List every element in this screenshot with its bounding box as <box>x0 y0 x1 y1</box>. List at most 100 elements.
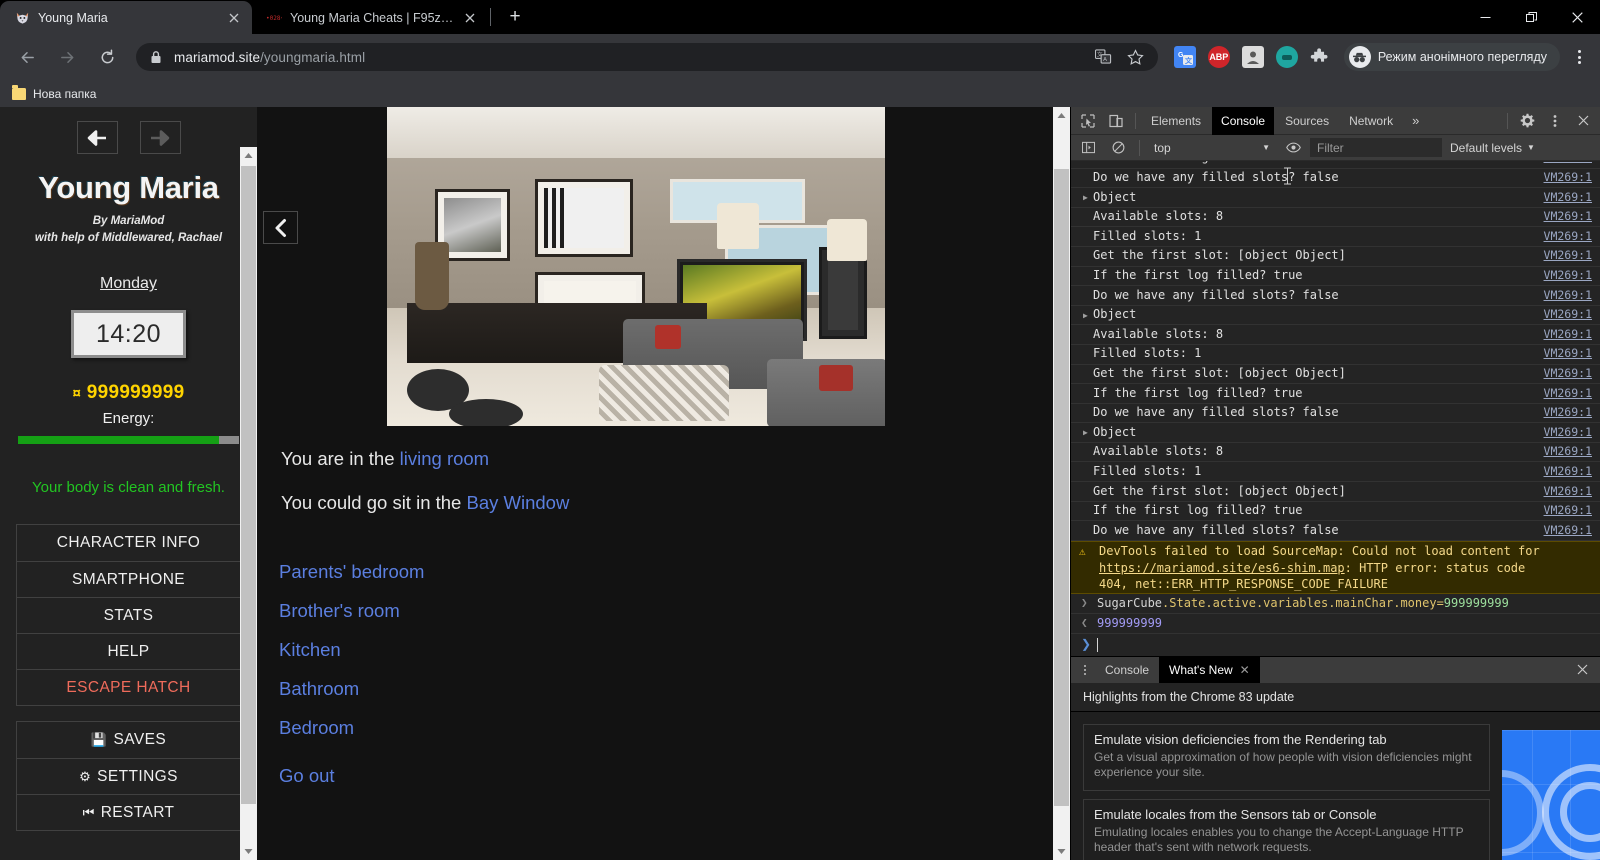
day-link[interactable]: Monday <box>100 275 157 292</box>
device-toolbar-icon[interactable] <box>1103 109 1129 133</box>
tab-console[interactable]: Console <box>1212 106 1275 135</box>
console-log-source[interactable]: VM269:1 <box>1544 405 1592 419</box>
console-log-source[interactable]: VM269:1 <box>1544 288 1592 302</box>
filter-input[interactable]: Filter <box>1310 138 1442 157</box>
sourcemap-link[interactable]: https://mariamod.site/es6-shim.map <box>1099 561 1345 575</box>
living-room-link[interactable]: living room <box>400 448 489 469</box>
console-log-source[interactable]: VM269:1 <box>1544 161 1592 164</box>
scroll-up-arrow-icon[interactable] <box>240 147 257 164</box>
scroll-up-arrow-icon[interactable] <box>1053 107 1070 124</box>
tab-sources[interactable]: Sources <box>1276 107 1338 135</box>
clear-console-icon[interactable] <box>1105 136 1131 160</box>
game-menu-item[interactable]: CHARACTER INFO <box>17 525 240 561</box>
sidebar-scrollbar[interactable] <box>240 147 257 860</box>
console-log-list[interactable]: Do we have any filled slots? false VM269:… <box>1071 161 1600 656</box>
bay-window-link[interactable]: Bay Window <box>466 492 569 513</box>
console-log-source[interactable]: VM269:1 <box>1544 248 1592 262</box>
history-back-button[interactable] <box>76 121 118 154</box>
drawer-close-icon[interactable] <box>1569 662 1596 678</box>
log-levels-select[interactable]: Default levels ▼ <box>1446 141 1539 155</box>
close-icon[interactable]: ✕ <box>1240 663 1250 677</box>
console-log-source[interactable]: VM269:1 <box>1544 170 1592 184</box>
gear-icon[interactable] <box>1514 109 1540 133</box>
three-dots-icon[interactable] <box>1542 109 1568 133</box>
adblock-plus-icon[interactable]: ABP <box>1207 46 1230 68</box>
reload-icon[interactable] <box>92 42 122 72</box>
whats-new-card[interactable]: Emulate vision deficiencies from the Ren… <box>1083 724 1490 791</box>
tab-young-maria[interactable]: Young Maria <box>0 1 252 34</box>
console-log-source[interactable]: VM269:1 <box>1544 523 1592 537</box>
game-menu-item[interactable]: 💾 SAVES <box>17 722 240 758</box>
google-translate-icon[interactable]: G 文 <box>1173 46 1196 68</box>
three-dots-menu-icon[interactable] <box>1566 44 1592 70</box>
console-result-row: 999999999 <box>1071 614 1600 634</box>
scroll-down-arrow-icon[interactable] <box>240 843 257 860</box>
whats-new-card[interactable]: Emulate locales from the Sensors tab or … <box>1083 798 1490 860</box>
live-expression-icon[interactable] <box>1280 136 1306 160</box>
console-log-text: If the first log filled? true <box>1093 161 1303 164</box>
console-sidebar-icon[interactable] <box>1075 136 1101 160</box>
scrollbar-thumb[interactable] <box>241 166 256 804</box>
console-log-source[interactable]: VM269:1 <box>1544 209 1592 223</box>
translate-icon[interactable]: 文 A <box>1094 47 1114 67</box>
scroll-down-arrow-icon[interactable] <box>1053 843 1070 860</box>
tab-young-maria-cheats[interactable]: •028• Young Maria Cheats | F95zone <box>252 1 488 34</box>
console-log-source[interactable]: VM269:1 <box>1544 190 1592 204</box>
drawer-tab-console[interactable]: Console <box>1095 657 1159 683</box>
story-scrollbar[interactable] <box>1053 107 1070 860</box>
close-icon[interactable] <box>1554 0 1600 34</box>
console-log-source[interactable]: VM269:1 <box>1544 327 1592 341</box>
exit-link[interactable]: Brother's room <box>279 600 1070 622</box>
back-arrow-icon[interactable] <box>12 42 42 72</box>
console-log-source[interactable]: VM269:1 <box>1544 268 1592 282</box>
game-menu-item[interactable]: SMARTPHONE <box>17 561 240 597</box>
game-menu-item[interactable]: ⏮ RESTART <box>17 794 240 830</box>
new-tab-button[interactable]: + <box>501 3 529 31</box>
console-log-source[interactable]: VM269:1 <box>1544 346 1592 360</box>
maximize-icon[interactable] <box>1508 0 1554 34</box>
close-icon[interactable] <box>462 10 478 26</box>
exit-link[interactable]: Bedroom <box>279 717 1070 739</box>
bookmark-item-label[interactable]: Нова папка <box>33 87 96 101</box>
game-menu-item[interactable]: STATS <box>17 597 240 633</box>
console-log-source[interactable]: VM269:1 <box>1544 307 1592 321</box>
close-icon[interactable] <box>1570 109 1596 133</box>
console-input[interactable] <box>1071 634 1600 656</box>
star-icon[interactable] <box>1126 47 1146 67</box>
drawer-tab-whats-new[interactable]: What's New ✕ <box>1159 657 1260 683</box>
console-log-source[interactable]: VM269:1 <box>1544 366 1592 380</box>
console-log-source[interactable]: VM269:1 <box>1544 464 1592 478</box>
close-icon[interactable] <box>226 10 242 26</box>
inspect-element-icon[interactable] <box>1075 109 1101 133</box>
hola-vpn-icon[interactable] <box>1275 46 1298 68</box>
minimize-icon[interactable] <box>1462 0 1508 34</box>
console-log-source[interactable]: VM269:1 <box>1544 425 1592 439</box>
forward-arrow-icon[interactable] <box>52 42 82 72</box>
tab-network[interactable]: Network <box>1340 107 1402 135</box>
tab-divider <box>490 8 491 26</box>
game-menu-item[interactable]: ESCAPE HATCH <box>17 669 240 705</box>
more-tabs-icon[interactable]: » <box>1404 107 1427 135</box>
console-log-source[interactable]: VM269:1 <box>1544 503 1592 517</box>
user-script-icon[interactable] <box>1241 46 1264 68</box>
history-forward-button[interactable] <box>139 121 181 154</box>
incognito-indicator[interactable]: Режим анонімного перегляду <box>1343 43 1560 71</box>
go-out-link[interactable]: Go out <box>279 765 335 787</box>
console-log-source[interactable]: VM269:1 <box>1544 484 1592 498</box>
sidebar-collapse-button[interactable] <box>263 211 298 244</box>
game-menu-item[interactable]: ⚙ SETTINGS <box>17 758 240 794</box>
address-bar[interactable]: mariamod.site/youngmaria.html 文 A <box>136 43 1158 71</box>
exit-link[interactable]: Parents' bedroom <box>279 561 1070 583</box>
exit-link[interactable]: Bathroom <box>279 678 1070 700</box>
tab-elements[interactable]: Elements <box>1142 107 1210 135</box>
exit-link[interactable]: Kitchen <box>279 639 1070 661</box>
console-log-source[interactable]: VM269:1 <box>1544 444 1592 458</box>
console-log-source[interactable]: VM269:1 <box>1544 229 1592 243</box>
scrollbar-thumb[interactable] <box>1054 169 1069 806</box>
byline-author: By MariaMod <box>92 215 165 227</box>
console-log-source[interactable]: VM269:1 <box>1544 386 1592 400</box>
drawer-menu-icon[interactable] <box>1075 660 1095 680</box>
game-menu-item[interactable]: HELP <box>17 633 240 669</box>
puzzle-icon[interactable] <box>1310 47 1330 67</box>
execution-context-select[interactable]: top ▼ <box>1148 138 1276 157</box>
